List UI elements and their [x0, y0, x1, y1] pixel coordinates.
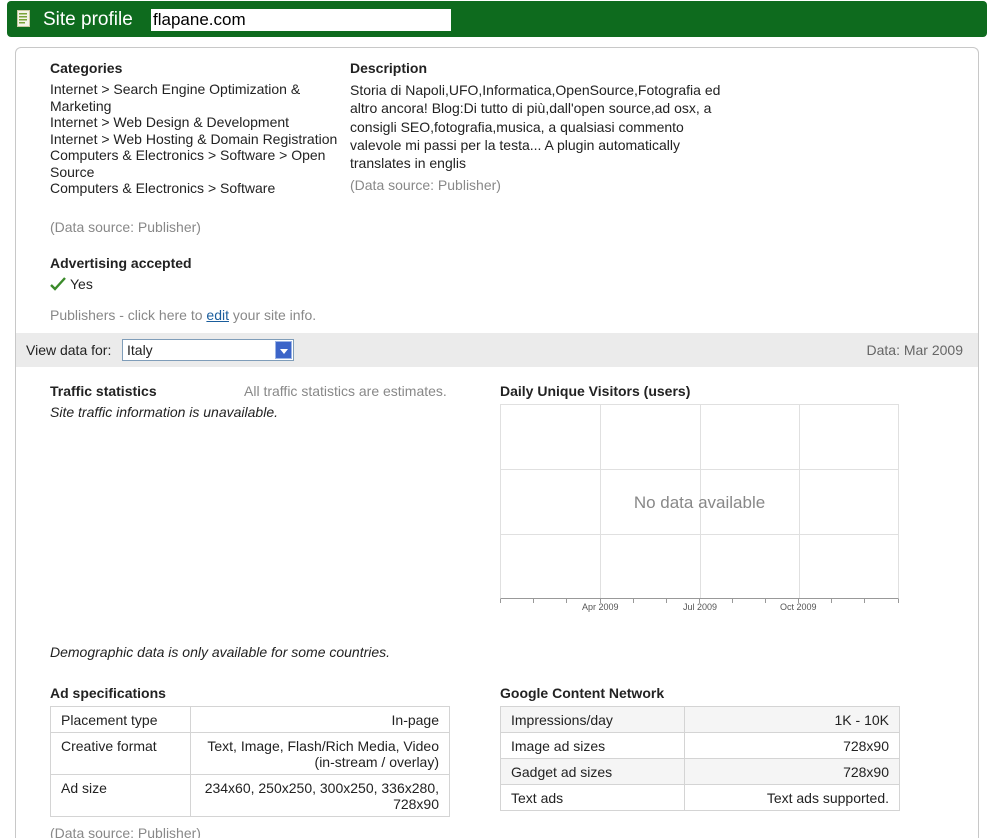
advertising-value: Yes — [70, 276, 93, 292]
table-row: Text ads Text ads supported. — [499, 784, 900, 811]
table-row: Creative format Text, Image, Flash/Rich … — [50, 732, 450, 775]
spec-value: 234x60, 250x250, 300x250, 336x280, 728x9… — [190, 774, 450, 817]
checkmark-icon — [50, 277, 66, 291]
demographic-note: Demographic data is only available for s… — [50, 644, 391, 660]
site-profile-header: Site profile flapane.com — [7, 1, 987, 37]
gridline — [501, 534, 898, 535]
data-date: Data: Mar 2009 — [866, 342, 964, 358]
document-icon — [17, 10, 30, 27]
chevron-down-icon[interactable] — [275, 341, 292, 359]
gcn-label: Impressions/day — [499, 706, 686, 733]
description-heading: Description — [350, 60, 428, 76]
table-row: Placement type In-page — [50, 706, 450, 733]
publishers-suffix: your site info. — [228, 307, 317, 323]
gcn-table: Impressions/day 1K - 10K Image ad sizes … — [499, 706, 900, 811]
publishers-prefix: Publishers - click here to — [50, 307, 207, 323]
spec-label: Ad size — [50, 774, 191, 817]
no-data-message: No data available — [633, 493, 766, 512]
gcn-label: Gadget ad sizes — [499, 758, 686, 785]
category-item: Internet > Web Design & Development — [50, 114, 290, 130]
spec-label: Placement type — [50, 706, 191, 733]
gcn-label: Image ad sizes — [499, 732, 686, 759]
traffic-heading: Traffic statistics — [50, 383, 157, 399]
category-item: Internet > Search Engine Optimization & … — [50, 81, 301, 114]
advertising-heading: Advertising accepted — [50, 255, 192, 271]
category-item: Computers & Electronics > Software > Ope… — [50, 147, 326, 180]
spec-value: Text, Image, Flash/Rich Media, Video (in… — [190, 732, 450, 775]
description-source: (Data source: Publisher) — [350, 177, 501, 193]
gridline — [501, 469, 898, 470]
domain-name: flapane.com — [151, 9, 451, 31]
table-row: Impressions/day 1K - 10K — [499, 706, 900, 733]
view-data-label: View data for: — [26, 342, 112, 358]
description-text: Storia di Napoli,UFO,Informatica,OpenSou… — [350, 82, 721, 172]
table-row: Ad size 234x60, 250x250, 300x250, 336x28… — [50, 774, 450, 817]
traffic-unavailable: Site traffic information is unavailable. — [50, 404, 278, 420]
gcn-value: Text ads supported. — [684, 784, 900, 811]
categories-source: (Data source: Publisher) — [50, 219, 201, 235]
country-select-value: Italy — [127, 342, 153, 358]
country-select[interactable]: Italy — [122, 339, 294, 361]
table-row: Gadget ad sizes 728x90 — [499, 758, 900, 785]
gcn-value: 1K - 10K — [684, 706, 900, 733]
page-title: Site profile — [43, 9, 133, 30]
traffic-estimates-note: All traffic statistics are estimates. — [244, 383, 447, 399]
gcn-label: Text ads — [499, 784, 686, 811]
spec-value: In-page — [190, 706, 450, 733]
gcn-heading: Google Content Network — [500, 685, 665, 701]
table-row: Image ad sizes 728x90 — [499, 732, 900, 759]
edit-site-info-link[interactable]: edit — [206, 307, 229, 323]
visitors-chart: No data available — [500, 404, 899, 599]
ad-specs-source: (Data source: Publisher) — [50, 825, 201, 838]
ad-specs-heading: Ad specifications — [50, 685, 166, 701]
view-data-bar: View data for: Italy Data: Mar 2009 — [16, 333, 978, 367]
publishers-note: Publishers - click here to edit your sit… — [50, 306, 316, 324]
categories-heading: Categories — [50, 60, 123, 76]
category-item: Computers & Electronics > Software — [50, 180, 276, 196]
visitors-heading: Daily Unique Visitors (users) — [500, 383, 691, 399]
x-tick-label: Oct 2009 — [780, 602, 817, 612]
categories-list: Internet > Search Engine Optimization & … — [50, 81, 340, 197]
category-item: Internet > Web Hosting & Domain Registra… — [50, 130, 338, 147]
ad-specs-table: Placement type In-page Creative format T… — [50, 706, 450, 817]
x-tick-label: Jul 2009 — [683, 602, 718, 612]
gcn-value: 728x90 — [684, 732, 900, 759]
gcn-value: 728x90 — [684, 758, 900, 785]
spec-label: Creative format — [50, 732, 191, 775]
x-tick-label: Apr 2009 — [582, 602, 619, 612]
